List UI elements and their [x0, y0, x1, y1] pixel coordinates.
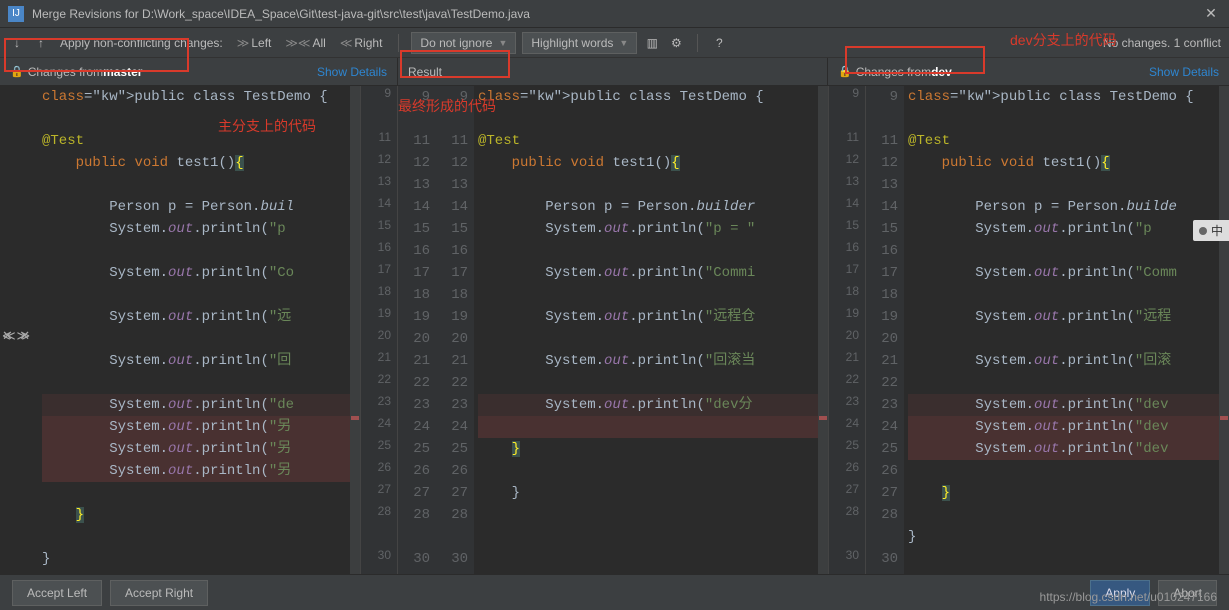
- layout-icon[interactable]: ▥: [643, 34, 661, 52]
- result-scroll-marker[interactable]: [818, 86, 828, 576]
- result-gutter-left: 911121314151617181920212223242526272830: [398, 86, 436, 576]
- apply-left-button[interactable]: ≫Left: [237, 36, 272, 50]
- left-code: class="kw">public class TestDemo {@Test …: [38, 86, 360, 576]
- result-pane[interactable]: 911121314151617181920212223242526272830 …: [398, 86, 828, 576]
- apply-all-button[interactable]: ≫≪All: [285, 36, 325, 50]
- close-icon[interactable]: ✕: [1201, 5, 1221, 22]
- left-pane[interactable]: class="kw">public class TestDemo {@Test …: [0, 86, 360, 576]
- readonly-lock-icon: 🔒: [10, 65, 24, 78]
- left-branch: master: [103, 65, 142, 79]
- apply-nonconflict-label: Apply non-conflicting changes:: [60, 36, 223, 50]
- apply-reject-right-icon[interactable]: ≪ ✕: [2, 328, 30, 344]
- gutter-gap-left: 911121314151617181920212223242526272830 …: [360, 86, 398, 576]
- help-icon[interactable]: ?: [710, 34, 728, 52]
- right-scroll-marker[interactable]: [1219, 86, 1229, 576]
- pane-headers: 🔒 Changes from master Show Details Resul…: [0, 58, 1229, 86]
- result-pane-header: Result: [398, 58, 828, 85]
- result-code: class="kw">public class TestDemo {@Test …: [474, 86, 828, 576]
- left-pane-header: 🔒 Changes from master Show Details: [0, 58, 398, 85]
- settings-icon[interactable]: ⚙: [667, 34, 685, 52]
- separator: [697, 34, 698, 52]
- right-branch: dev: [931, 65, 952, 79]
- highlight-dropdown[interactable]: Highlight words▼: [522, 32, 637, 54]
- separator: [398, 34, 399, 52]
- window-title: Merge Revisions for D:\Work_space\IDEA_S…: [32, 7, 1201, 21]
- watermark: https://blog.csdn.net/u010247166: [1040, 590, 1217, 604]
- prev-diff-icon[interactable]: ↓: [8, 34, 26, 52]
- toolbar: ↓ ↑ Apply non-conflicting changes: ≫Left…: [0, 28, 1229, 58]
- ime-indicator[interactable]: 中: [1193, 220, 1229, 241]
- accept-left-button[interactable]: Accept Left: [12, 580, 102, 606]
- readonly-lock-icon: 🔒: [838, 65, 852, 78]
- titlebar: IJ Merge Revisions for D:\Work_space\IDE…: [0, 0, 1229, 28]
- status-text: No changes. 1 conflict: [1103, 36, 1221, 50]
- diff-panes: class="kw">public class TestDemo {@Test …: [0, 86, 1229, 576]
- next-diff-icon[interactable]: ↑: [32, 34, 50, 52]
- result-label: Result: [408, 65, 442, 79]
- accept-right-button[interactable]: Accept Right: [110, 580, 208, 606]
- right-code: class="kw">public class TestDemo {@Test …: [904, 86, 1229, 576]
- app-logo-icon: IJ: [8, 6, 24, 22]
- gutter-gap-right: 911121314151617181920212223242526272830 …: [828, 86, 866, 576]
- apply-right-button[interactable]: ≪Right: [340, 36, 383, 50]
- right-gutter: 911121314151617181920212223242526272830: [866, 86, 904, 576]
- right-pane[interactable]: 911121314151617181920212223242526272830 …: [866, 86, 1229, 576]
- ignore-dropdown[interactable]: Do not ignore▼: [411, 32, 516, 54]
- show-details-right[interactable]: Show Details: [1149, 65, 1219, 79]
- right-pane-header: 🔒 Changes from dev Show Details: [828, 58, 1229, 85]
- left-scroll-marker[interactable]: [350, 86, 360, 576]
- show-details-left[interactable]: Show Details: [317, 65, 387, 79]
- result-gutter-right: 911121314151617181920212223242526272830: [436, 86, 474, 576]
